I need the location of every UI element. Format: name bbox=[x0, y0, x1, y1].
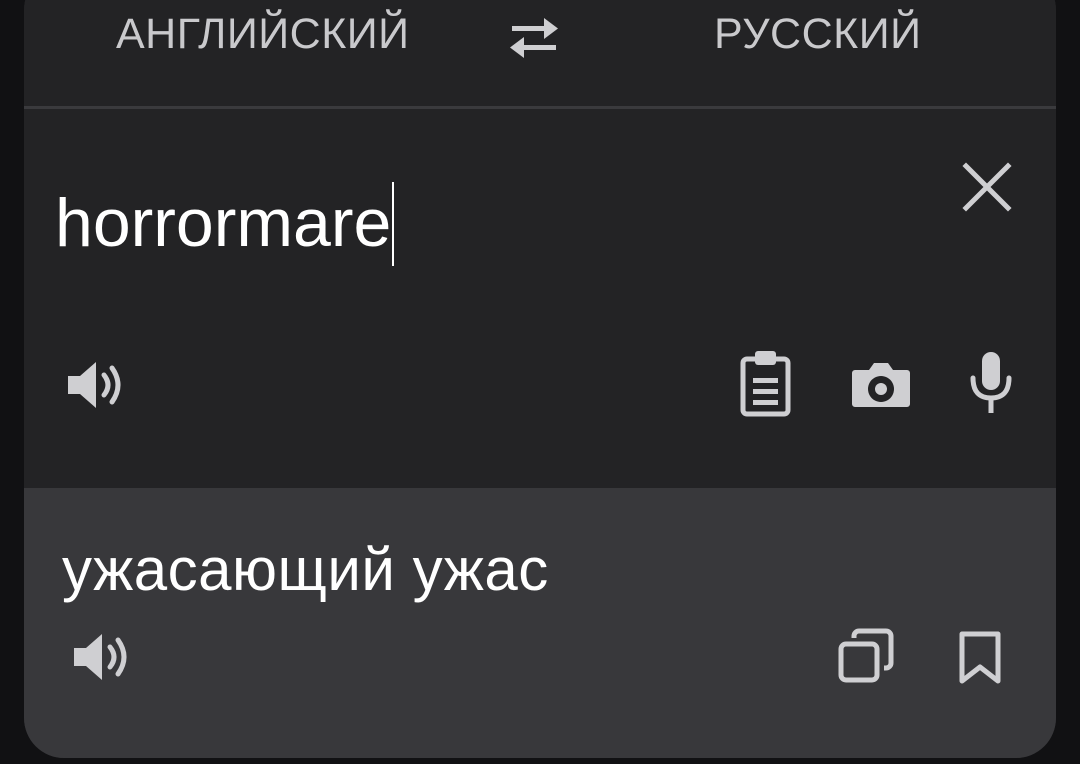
text-caret bbox=[392, 182, 395, 266]
paste-button[interactable] bbox=[740, 349, 792, 417]
camera-icon bbox=[852, 363, 910, 407]
source-text: horrormare bbox=[55, 185, 392, 261]
camera-button[interactable] bbox=[851, 360, 911, 408]
swap-languages-button[interactable] bbox=[508, 14, 560, 62]
swap-arrows-icon bbox=[510, 18, 558, 58]
speaker-icon bbox=[68, 362, 121, 408]
output-panel: ужасающий ужас bbox=[24, 488, 1056, 758]
source-language-selector[interactable]: АНГЛИЙСКИЙ bbox=[116, 0, 410, 68]
translation-text: ужасающий ужас bbox=[62, 536, 549, 603]
microphone-icon bbox=[970, 352, 1012, 413]
input-panel[interactable]: horrormare bbox=[24, 109, 1056, 458]
speak-source-button[interactable] bbox=[66, 360, 128, 410]
copy-translation-button[interactable] bbox=[838, 628, 894, 684]
clipboard-icon bbox=[740, 351, 791, 417]
microphone-button[interactable] bbox=[967, 350, 1015, 416]
copy-icon bbox=[838, 628, 894, 683]
clear-button[interactable] bbox=[961, 161, 1013, 213]
speaker-icon bbox=[74, 634, 127, 680]
close-icon bbox=[962, 162, 1012, 212]
bookmark-button[interactable] bbox=[958, 630, 1002, 686]
target-language-selector[interactable]: РУССКИЙ bbox=[714, 0, 922, 68]
translator-card: АНГЛИЙСКИЙ РУССКИЙ horrormare ужасающий … bbox=[24, 0, 1056, 758]
language-bar: АНГЛИЙСКИЙ РУССКИЙ bbox=[24, 0, 1056, 106]
speak-translation-button[interactable] bbox=[72, 632, 134, 682]
source-text-input[interactable]: horrormare bbox=[55, 182, 395, 266]
bookmark-icon bbox=[959, 631, 1001, 684]
